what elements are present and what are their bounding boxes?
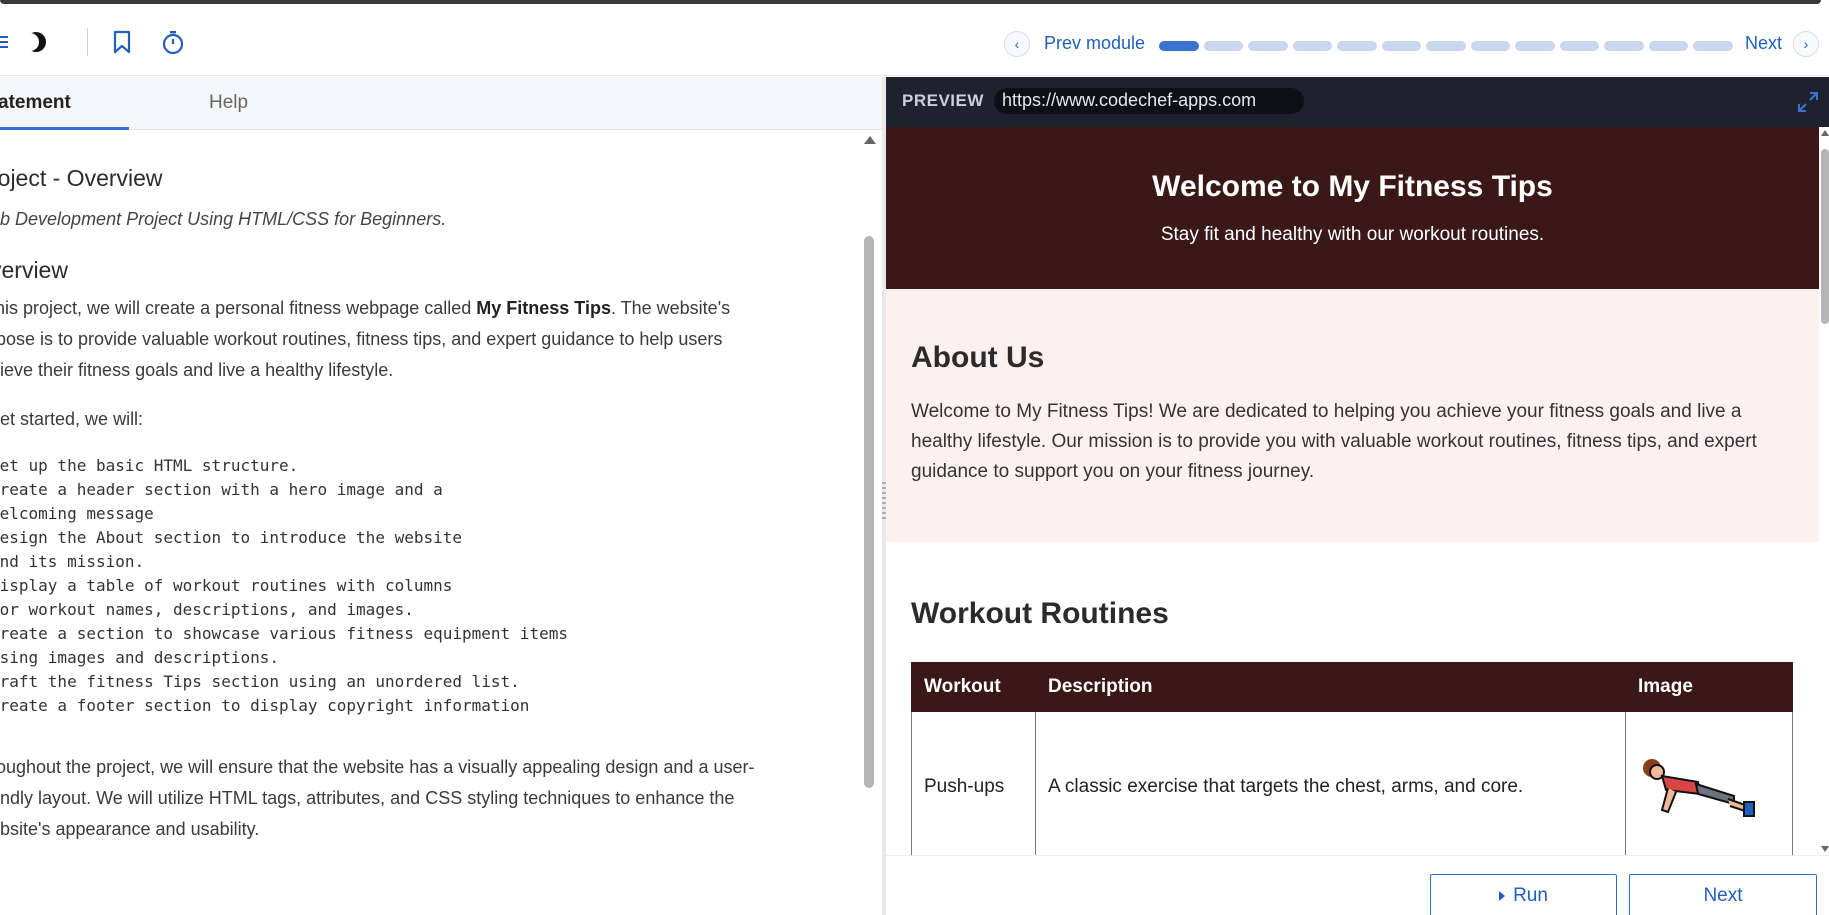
site-name-bold: My Fitness Tips: [476, 298, 611, 318]
scroll-up-arrow[interactable]: [864, 136, 876, 144]
outro-line-1: roughout the project, we will ensure tha…: [0, 757, 755, 777]
site-hero-title: Welcome to My Fitness Tips: [1152, 170, 1553, 203]
next-module-button[interactable]: ›: [1793, 31, 1819, 57]
run-label: Run: [1513, 885, 1548, 906]
progress-segment: [1337, 41, 1377, 51]
workout-table: Workout Description Image Push-ups A cla…: [911, 662, 1793, 855]
progress-segment: [1381, 41, 1422, 51]
workout-image-cell: [1625, 711, 1793, 855]
tab-statement[interactable]: atement: [0, 92, 71, 114]
action-bar: Run Next: [886, 855, 1829, 915]
preview-pane: PREVIEW https://www.codechef-apps.com We…: [886, 77, 1829, 915]
workout-heading: Workout Routines: [911, 597, 1169, 630]
statement-tabs: atement Help: [0, 77, 882, 130]
preview-header: PREVIEW https://www.codechef-apps.com: [886, 77, 1829, 127]
toolbar-divider: [87, 28, 88, 56]
dark-mode-icon[interactable]: [22, 28, 50, 56]
prev-module-label[interactable]: Prev module: [1044, 33, 1145, 54]
intro-line-1: this project, we will create a personal …: [0, 293, 730, 324]
table-header-image: Image: [1625, 662, 1793, 712]
progress-segment: [1203, 41, 1244, 51]
bookmark-icon[interactable]: [108, 28, 136, 56]
statement-scrollbar[interactable]: [862, 130, 878, 915]
progress-segment: [1470, 41, 1511, 51]
intro-line-2: rpose is to provide valuable workout rou…: [0, 329, 723, 349]
progress-segment: [1248, 41, 1288, 51]
preview-scroll-down[interactable]: [1821, 846, 1829, 852]
intro-text-post: . The website's: [610, 298, 731, 318]
progress-segment: [1292, 41, 1333, 51]
about-text: Welcome to My Fitness Tips! We are dedic…: [911, 401, 1757, 482]
preview-scroll-up[interactable]: [1821, 130, 1829, 136]
progress-segment: [1159, 41, 1199, 51]
preview-scroll-thumb[interactable]: [1821, 149, 1829, 324]
prev-module-button[interactable]: ‹: [1004, 31, 1030, 57]
tab-help[interactable]: Help: [209, 92, 248, 114]
get-started-text: get started, we will:: [0, 409, 144, 429]
top-toolbar: ‹ Prev module Next ›: [0, 6, 1829, 76]
progress-segment: [1693, 41, 1733, 51]
intro-text-pre: this project, we will create a personal …: [0, 298, 477, 318]
play-icon: [1499, 891, 1506, 901]
progress-segment: [1426, 41, 1466, 51]
outro-line-3: ebsite's appearance and usability.: [0, 819, 260, 839]
table-header-workout: Workout: [911, 662, 1036, 712]
workout-name-cell: Push-ups: [911, 711, 1036, 855]
next-button[interactable]: Next: [1629, 874, 1817, 915]
about-heading: About Us: [911, 341, 1045, 374]
preview-scrollbar[interactable]: [1819, 127, 1829, 855]
progress-segment: [1648, 41, 1689, 51]
project-title: roject - Overview: [0, 165, 163, 191]
next-label: Next: [1703, 885, 1743, 906]
site-about-section: About Us Welcome to My Fitness Tips! We …: [886, 289, 1819, 542]
table-header-description: Description: [1035, 662, 1626, 712]
statement-content: roject - Overview eb Development Project…: [0, 130, 862, 915]
progress-segment: [1559, 41, 1600, 51]
expand-icon[interactable]: [1796, 90, 1820, 114]
overview-heading: verview: [0, 257, 68, 283]
timer-icon[interactable]: [159, 28, 187, 56]
run-button[interactable]: Run: [1430, 874, 1617, 915]
site-hero-subtitle: Stay fit and healthy with our workout ro…: [1160, 224, 1545, 245]
pushup-image: [1643, 758, 1755, 817]
preview-frame: Welcome to My Fitness Tips Stay fit and …: [886, 127, 1819, 855]
step-line: Create a footer section to display copyr…: [0, 696, 530, 715]
menu-icon[interactable]: [0, 28, 14, 56]
preview-url[interactable]: https://www.codechef-apps.com: [994, 88, 1304, 114]
progress-segment: [1515, 41, 1555, 51]
next-module-label[interactable]: Next: [1745, 33, 1782, 54]
progress-segment: [1604, 41, 1644, 51]
table-header-row: Workout Description Image: [911, 662, 1793, 712]
intro-line-3: hieve their fitness goals and live a hea…: [0, 360, 394, 380]
project-subtitle: eb Development Project Using HTML/CSS fo…: [0, 209, 447, 229]
table-row: Push-ups A classic exercise that targets…: [911, 711, 1793, 855]
problem-statement-pane: atement Help roject - Overview eb Develo…: [0, 77, 882, 915]
module-progress-bar: [1159, 41, 1733, 51]
outro-line-2: endly layout. We will utilize HTML tags,…: [0, 788, 735, 808]
site-hero: Welcome to My Fitness Tips Stay fit and …: [886, 127, 1819, 289]
workout-description-cell: A classic exercise that targets the ches…: [1035, 711, 1626, 855]
scrollbar-thumb[interactable]: [864, 236, 874, 788]
preview-label: PREVIEW: [902, 91, 984, 110]
